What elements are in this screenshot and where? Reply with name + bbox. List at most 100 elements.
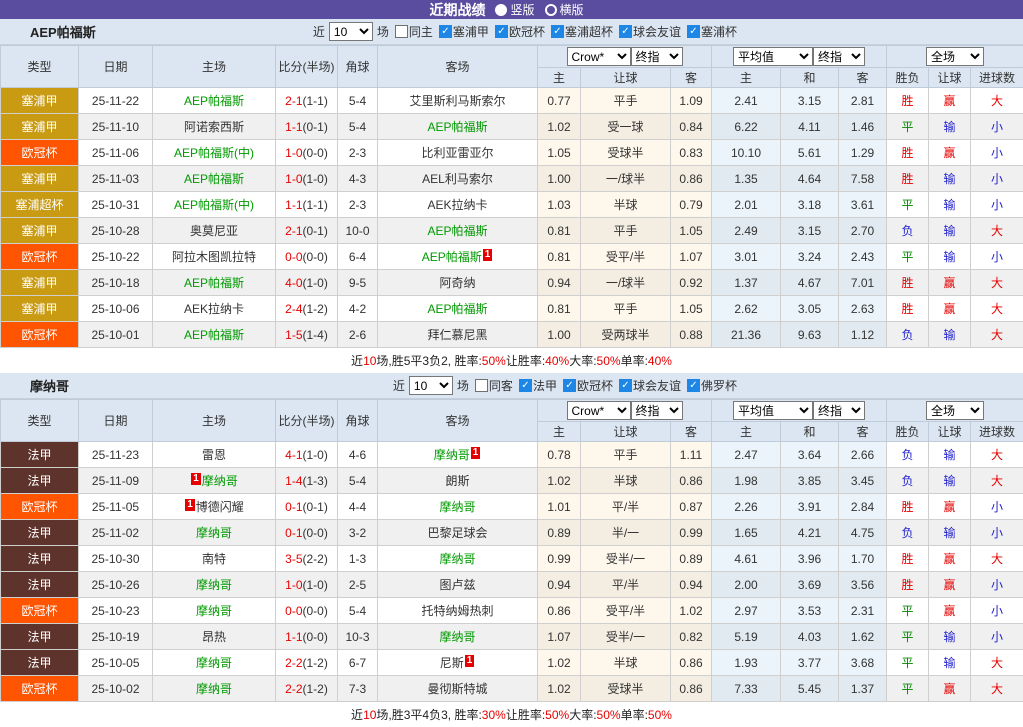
- score-cell: 1-0(1-0): [276, 572, 338, 598]
- corner-cell: 2-3: [338, 192, 378, 218]
- handicap-result-cell: 输: [929, 244, 971, 270]
- odds-home-cell: 0.81: [538, 296, 581, 322]
- fulltime-select[interactable]: 全场: [926, 401, 984, 420]
- avg-away-cell: 3.68: [839, 650, 887, 676]
- odds-stage-select[interactable]: 终指: [631, 47, 683, 66]
- odds-away-cell: 0.79: [671, 192, 712, 218]
- summary-segment: 10: [363, 354, 376, 368]
- team-label: 尼斯: [440, 656, 464, 670]
- league-checkbox[interactable]: ✓: [519, 379, 532, 392]
- avg-stage-select[interactable]: 终指: [813, 401, 865, 420]
- corner-cell: 10-3: [338, 624, 378, 650]
- handicap-cell: 平/半: [581, 572, 671, 598]
- summary-segment: 大率:: [569, 706, 596, 723]
- odds-away-cell: 0.94: [671, 572, 712, 598]
- team-label: 摩纳哥: [202, 474, 238, 488]
- average-select[interactable]: 平均值: [733, 401, 813, 420]
- avg-draw-cell: 4.03: [781, 624, 839, 650]
- league-checkbox[interactable]: ✓: [495, 25, 508, 38]
- horizontal-layout-radio[interactable]: [545, 4, 557, 16]
- league-checkbox[interactable]: ✓: [619, 25, 632, 38]
- sections-container: AEP帕福斯近10场同主✓塞浦甲✓欧冠杯✓塞浦超杯✓球会友谊✓塞浦杯类型日期主场…: [0, 19, 1023, 727]
- header-row-dropdowns: 类型日期主场比分(半场)角球客场Crow*终指平均值终指全场: [1, 46, 1023, 68]
- league-checkbox[interactable]: ✓: [619, 379, 632, 392]
- away-team-cell: 朗斯: [378, 468, 538, 494]
- avg-away-cell: 1.29: [839, 140, 887, 166]
- league-checkbox[interactable]: ✓: [551, 25, 564, 38]
- avg-home-cell: 1.65: [712, 520, 781, 546]
- away-team-cell: AEP帕福斯1: [378, 244, 538, 270]
- sub-column-header: 主: [712, 422, 781, 442]
- handicap-cell: 平手: [581, 442, 671, 468]
- date-cell: 25-10-26: [79, 572, 153, 598]
- result-cell: 胜: [887, 296, 929, 322]
- league-cell: 法甲: [1, 572, 79, 598]
- odds-away-cell: 1.05: [671, 296, 712, 322]
- handicap-result-cell: 输: [929, 166, 971, 192]
- same-venue-checkbox[interactable]: [395, 25, 408, 38]
- odds-away-cell: 0.82: [671, 624, 712, 650]
- away-team-cell: 艾里斯利马斯索尔: [378, 88, 538, 114]
- avg-draw-cell: 3.69: [781, 572, 839, 598]
- corner-cell: 6-7: [338, 650, 378, 676]
- fulltime-select[interactable]: 全场: [926, 47, 984, 66]
- bookmaker-select[interactable]: Crow*: [567, 401, 631, 420]
- goals-result-cell: 小: [971, 166, 1023, 192]
- summary-segment: 近: [351, 352, 363, 369]
- fulltime-score: 1-5: [285, 328, 302, 342]
- avg-draw-cell: 3.24: [781, 244, 839, 270]
- bookmaker-select[interactable]: Crow*: [567, 47, 631, 66]
- score-cell: 0-1(0-0): [276, 520, 338, 546]
- average-select-group: 平均值终指: [712, 46, 887, 68]
- team-label: 摩纳哥: [196, 526, 232, 540]
- games-count-select[interactable]: 10: [409, 376, 453, 395]
- odds-away-cell: 1.11: [671, 442, 712, 468]
- avg-home-cell: 2.97: [712, 598, 781, 624]
- average-select[interactable]: 平均值: [733, 47, 813, 66]
- score-cell: 2-1(0-1): [276, 218, 338, 244]
- avg-away-cell: 1.46: [839, 114, 887, 140]
- vertical-layout-radio[interactable]: [495, 4, 507, 16]
- summary-segment: 40%: [545, 354, 569, 368]
- table-row: 塞浦甲25-11-10阿诺索西斯1-1(0-1)5-4AEP帕福斯1.02受一球…: [1, 114, 1023, 140]
- table-row: 塞浦甲25-10-06AEK拉纳卡2-4(1-2)4-2AEP帕福斯0.81平手…: [1, 296, 1023, 322]
- halftime-score: (1-4): [303, 328, 328, 342]
- vertical-layout-label: 竖版: [510, 1, 534, 18]
- handicap-result-cell: 赢: [929, 88, 971, 114]
- summary-segment: 40%: [648, 354, 672, 368]
- summary-segment: 50%: [597, 354, 621, 368]
- fulltime-select-group: 全场: [887, 46, 1023, 68]
- avg-stage-select[interactable]: 终指: [813, 47, 865, 66]
- halftime-score: (1-0): [303, 276, 328, 290]
- halftime-score: (0-1): [303, 120, 328, 134]
- team-label: AEP帕福斯: [427, 302, 487, 316]
- column-header: 角球: [338, 400, 378, 442]
- league-checkbox[interactable]: ✓: [439, 25, 452, 38]
- league-checkbox[interactable]: ✓: [687, 379, 700, 392]
- fulltime-score: 1-4: [285, 474, 302, 488]
- away-team-cell: 图卢兹: [378, 572, 538, 598]
- handicap-cell: 平/半: [581, 494, 671, 520]
- section-filter-bar: 摩纳哥近10场同客✓法甲✓欧冠杯✓球会友谊✓佛罗杯: [0, 373, 1023, 399]
- league-checkbox[interactable]: ✓: [687, 25, 700, 38]
- league-cell: 法甲: [1, 546, 79, 572]
- handicap-result-cell: 输: [929, 442, 971, 468]
- odds-away-cell: 0.99: [671, 520, 712, 546]
- handicap-cell: 平手: [581, 296, 671, 322]
- team-label: AEP帕福斯: [184, 328, 244, 342]
- goals-result-cell: 小: [971, 140, 1023, 166]
- odds-away-cell: 0.92: [671, 270, 712, 296]
- games-count-select[interactable]: 10: [329, 22, 373, 41]
- column-header: 比分(半场): [276, 400, 338, 442]
- away-team-cell: 摩纳哥: [378, 494, 538, 520]
- odds-stage-select[interactable]: 终指: [631, 401, 683, 420]
- team-label: AEP帕福斯: [184, 94, 244, 108]
- team-label: 曼彻斯特城: [427, 682, 487, 696]
- goals-result-cell: 大: [971, 650, 1023, 676]
- league-cell: 塞浦甲: [1, 166, 79, 192]
- league-checkbox[interactable]: ✓: [563, 379, 576, 392]
- table-row: 法甲25-10-26摩纳哥1-0(1-0)2-5图卢兹0.94平/半0.942.…: [1, 572, 1023, 598]
- same-venue-checkbox[interactable]: [475, 379, 488, 392]
- avg-away-cell: 2.84: [839, 494, 887, 520]
- avg-home-cell: 2.41: [712, 88, 781, 114]
